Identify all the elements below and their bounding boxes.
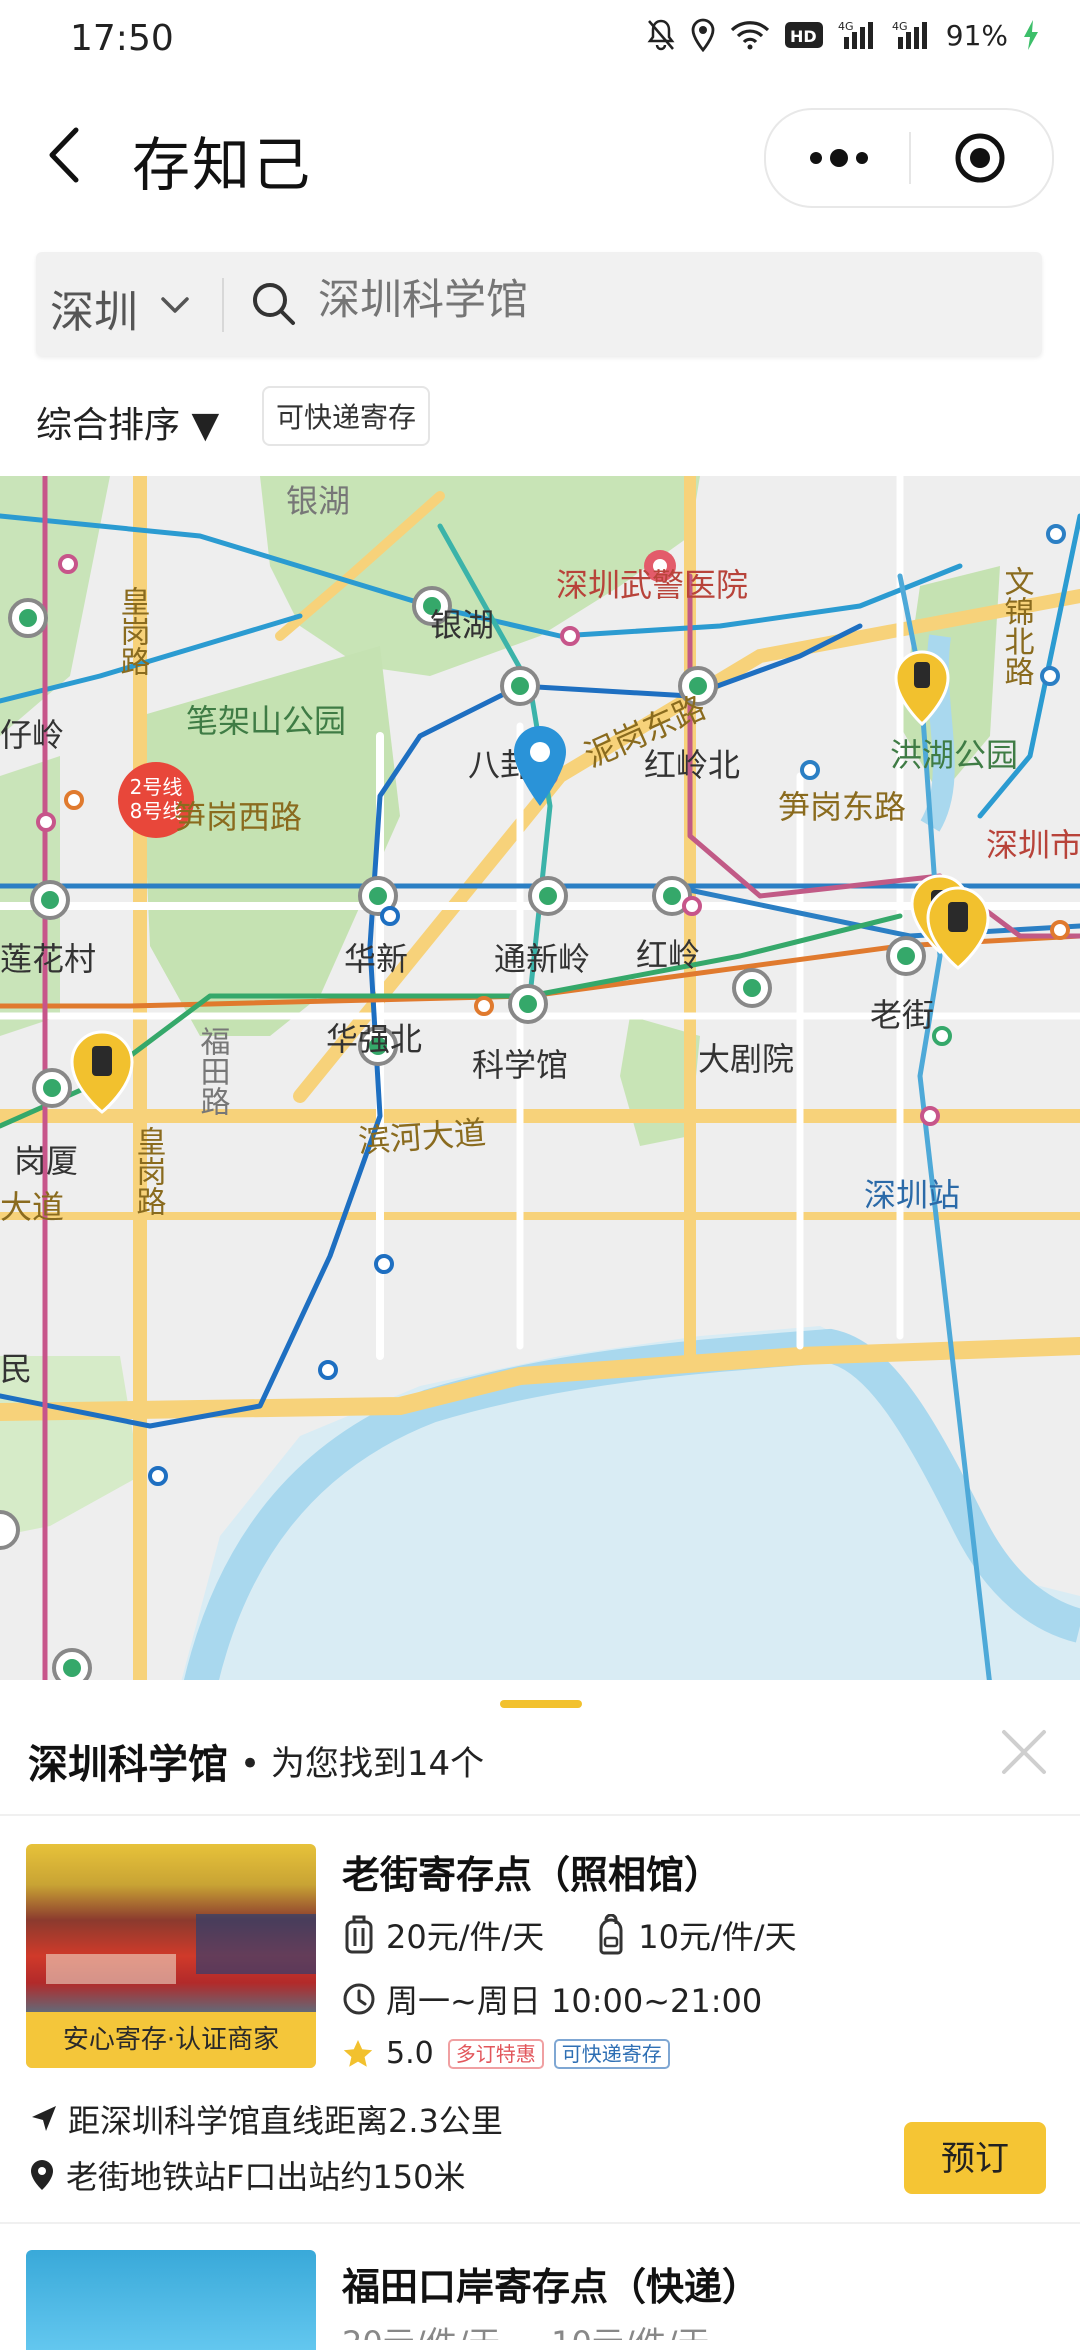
map-label: 仔岭 [0,716,64,754]
location-pin-icon [31,2160,53,2190]
hd-icon: HD [784,22,823,48]
battery-text: 91% [945,18,1008,52]
sheet-drag-handle[interactable] [500,1700,582,1708]
wifi-icon [730,21,769,50]
shop-name[interactable]: 福田口岸寄存点（快递） [342,2256,760,2311]
map-label: 红岭北 [644,746,740,784]
distance-text: 距深圳科学馆直线距离2.3公里 [68,2102,503,2140]
svg-text:4G: 4G [892,20,908,33]
luggage-price: 20元/件/天 [342,2324,500,2340]
map-label: 岗厦 [14,1142,78,1180]
map-label: 洪湖公园 [890,736,1018,774]
price-row: 20元/件/天 10元/件/天 [342,1912,797,1958]
clock-icon [343,1983,375,2015]
express-badge: 可快递寄存 [553,2038,670,2069]
discount-badge: 多订特惠 [447,2038,544,2069]
nearby-row: 老街地铁站F口出站约150米 [28,2152,466,2198]
map-label: 华强北 [326,1020,422,1058]
map-label: 莲花村 [0,940,96,978]
hours-row: 周一~周日 10:00~21:00 [342,1976,762,2022]
luggage-price: 20元/件/天 [386,1918,545,1956]
search-divider [222,278,224,332]
status-time: 17:50 [70,18,174,59]
map-label: 深圳武警医院 [556,566,748,604]
map-label: 通新岭 [494,940,590,978]
map-label: 笋岗西路 [174,798,302,836]
map-label: 文锦北路 [999,566,1035,686]
nearby-text: 老街地铁站F口出站约150米 [66,2158,466,2196]
map-label: 皇岗路 [115,586,150,676]
divider [0,1814,1080,1816]
bag-price: 10元/件/天 [638,1918,797,1956]
sheet-title: 深圳科学馆 [28,1742,228,1788]
opening-hours: 周一~周日 10:00~21:00 [386,1982,763,2020]
map-label: 大剧院 [698,1040,794,1078]
map-label: 银湖 [286,482,350,520]
map-view[interactable]: 2号线 8号线 银湖 深圳武警医院 银湖 泥岗东路 仔岭 笔架山公园 八卦岭 红… [0,476,1080,1686]
status-bar: 17:50 HD 4G 4G 91% [0,0,1080,84]
svg-text:4G: 4G [838,20,854,33]
close-target-icon[interactable] [954,132,1006,184]
sort-dropdown[interactable]: 综合排序 ▼ [36,396,219,448]
map-label: 民 [0,1350,32,1388]
divider [0,2222,1080,2224]
search-icon [253,283,295,325]
star-icon [343,2039,373,2067]
express-filter-tag[interactable]: 可快递寄存 [262,386,431,446]
search-input[interactable] [316,274,920,325]
result-count: • 为您找到14个 [240,1744,485,1784]
city-selector[interactable]: 深圳 [50,276,138,340]
chevron-down-icon[interactable] [158,288,192,322]
signal-4g-icon-2: 4G [892,20,927,49]
bag-price: 10元/件/天 [551,2324,709,2340]
backpack-icon [599,1914,623,1955]
map-label: 科学馆 [472,1046,568,1084]
shop-photo[interactable] [26,2250,316,2350]
close-icon[interactable] [998,1726,1050,1778]
search-bar: 深圳 [36,252,1042,356]
luggage-icon [345,1915,373,1954]
mini-program-capsule [764,108,1054,208]
page-title: 存知己 [132,131,313,199]
map-label: 红岭 [636,936,700,974]
svg-text:HD: HD [790,27,817,46]
location-icon [691,18,715,52]
capsule-divider [909,132,911,184]
map-label: 老街 [870,996,934,1034]
navigation-arrow-icon [32,2106,56,2131]
map-label: 深圳市 [986,826,1080,864]
map-label: 笋岗东路 [778,788,906,826]
map-label: 深圳站 [864,1176,960,1214]
map-label: 大道 [0,1188,64,1226]
map-label: 银湖 [430,606,494,644]
shop-name[interactable]: 老街寄存点（照相馆） [342,1844,722,1899]
rating-value: 5.0 [386,2036,434,2071]
mute-bell-icon [647,19,675,51]
verified-badge: 安心寄存·认证商家 [26,2012,316,2068]
map-label: 福田路 [195,1026,231,1116]
charging-icon [1024,20,1038,50]
map-label: 华新 [344,940,408,978]
map-label: 笔架山公园 [186,702,346,740]
more-dots-icon[interactable] [806,144,872,172]
distance-row: 距深圳科学馆直线距离2.3公里 [28,2096,503,2142]
status-icons: HD 4G 4G 91% [646,18,1040,52]
price-row: 20元/件/天 10元/件/天 [342,2318,709,2340]
rating-row: 5.0 多订特惠 可快递寄存 [342,2036,670,2071]
map-label: 皇岗路 [131,1126,166,1216]
book-button[interactable]: 预订 [904,2122,1046,2194]
line-badge-2: 2号线 [130,775,183,799]
back-arrow-icon[interactable] [42,120,92,190]
signal-4g-icon: 4G [838,20,873,49]
